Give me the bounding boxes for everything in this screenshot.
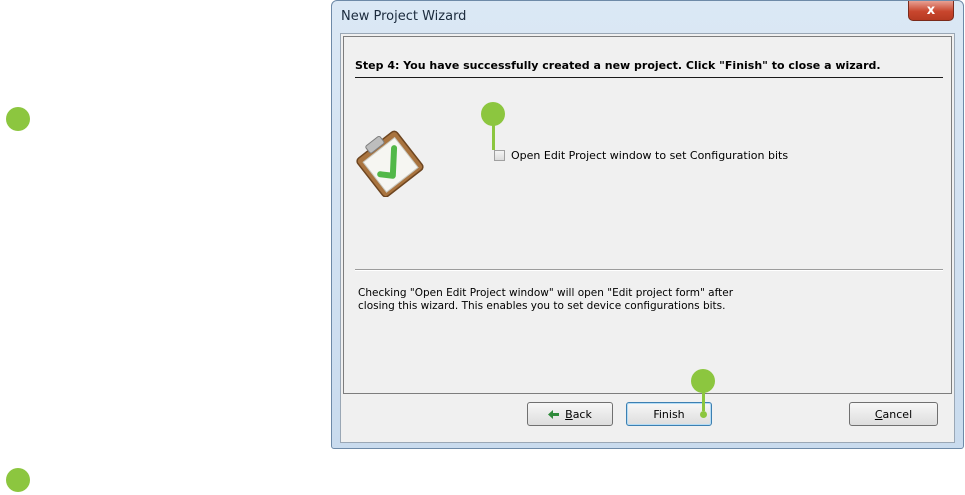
info-line-2: closing this wizard. This enables you to… <box>358 300 726 312</box>
back-button[interactable]: Back <box>527 402 613 426</box>
back-arrow-icon <box>548 409 560 419</box>
close-button[interactable]: x <box>908 1 954 21</box>
config-bits-checkbox-label[interactable]: Open Edit Project window to set Configur… <box>511 149 788 162</box>
callout-line-finish <box>702 391 705 411</box>
callout-dot-left-bottom <box>6 468 30 492</box>
title-bar[interactable]: New Project Wizard x <box>332 1 963 33</box>
info-divider <box>355 269 943 271</box>
clipboard-check-icon <box>356 130 424 197</box>
heading-divider <box>355 77 943 78</box>
window-title: New Project Wizard <box>341 9 467 24</box>
callout-line-checkbox <box>492 124 495 150</box>
info-line-1: Checking "Open Edit Project window" will… <box>358 287 734 299</box>
cancel-button[interactable]: Cancel <box>849 402 938 426</box>
wizard-client: Step 4: You have successfully created a … <box>340 33 955 443</box>
config-bits-checkbox[interactable] <box>494 150 505 161</box>
callout-dot-finish-end <box>700 411 707 418</box>
finish-label: Finish <box>653 407 685 421</box>
config-bits-checkbox-row[interactable]: Open Edit Project window to set Configur… <box>494 149 788 162</box>
wizard-content-panel: Step 4: You have successfully created a … <box>343 36 952 394</box>
wizard-window: New Project Wizard x Step 4: You have su… <box>331 0 964 449</box>
callout-dot-checkbox <box>481 102 505 126</box>
callout-dot-left-top <box>6 107 30 131</box>
back-label: Back <box>565 407 592 421</box>
info-text: Checking "Open Edit Project window" will… <box>358 287 778 313</box>
close-icon: x <box>926 3 936 18</box>
cancel-label: Cancel <box>874 407 913 421</box>
callout-dot-finish <box>691 369 715 393</box>
step-heading: Step 4: You have successfully created a … <box>355 59 881 72</box>
